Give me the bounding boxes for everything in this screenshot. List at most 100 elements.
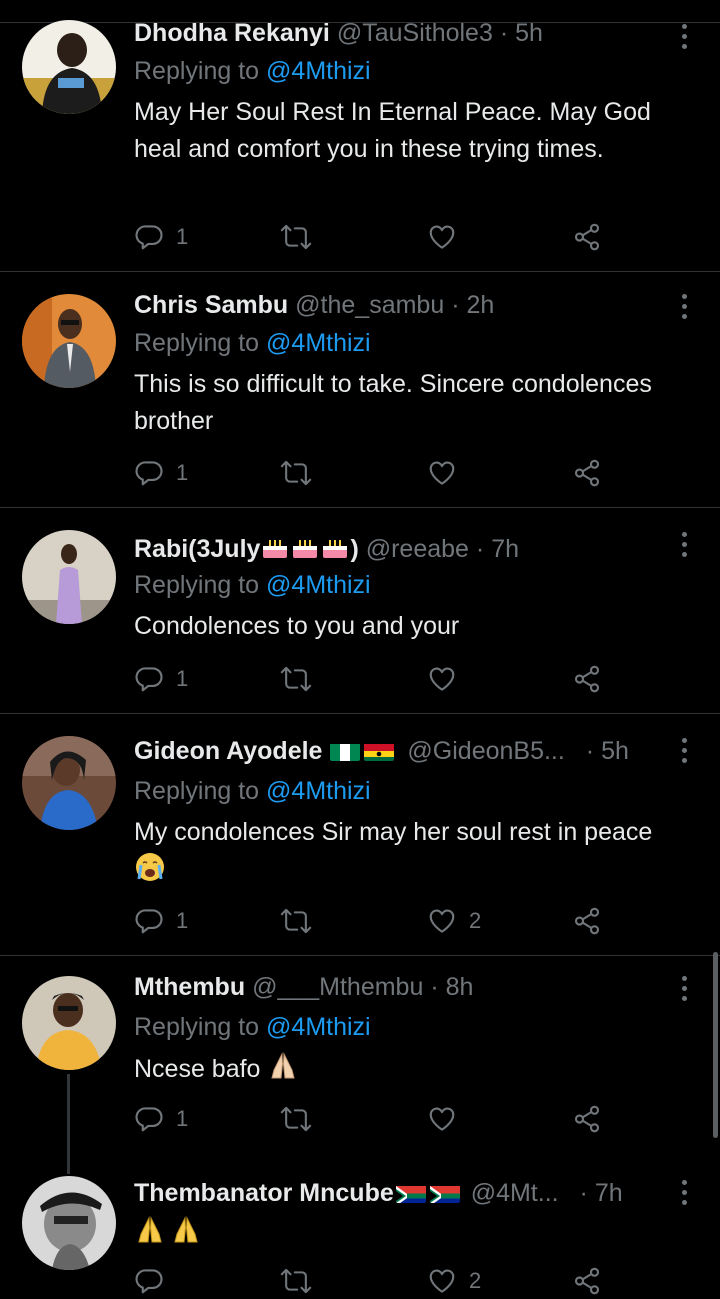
tweet[interactable]: Chris Sambu @the_sambu · 2h Replying to …: [0, 272, 720, 508]
like-button[interactable]: [427, 661, 469, 697]
tweet-actions: 1 2: [134, 903, 614, 939]
timestamp[interactable]: 5h: [601, 737, 629, 765]
tweet-header: Dhodha Rekanyi @TauSithole3 · 5h: [134, 18, 543, 48]
tweet-header: Mthembu @___Mthembu · 8h: [134, 972, 473, 1002]
tweet-actions: 1: [134, 1101, 614, 1137]
avatar[interactable]: [22, 976, 116, 1070]
more-icon[interactable]: [674, 22, 694, 52]
separator-dot: ·: [451, 291, 460, 319]
like-button[interactable]: [427, 455, 469, 491]
more-icon[interactable]: [674, 736, 694, 766]
user-handle[interactable]: @___Mthembu: [252, 973, 423, 1001]
user-handle[interactable]: @the_sambu: [295, 291, 444, 319]
share-button[interactable]: [572, 455, 602, 491]
like-count: 2: [469, 1268, 482, 1293]
birthday-cake-emoji: [260, 532, 350, 569]
tweet[interactable]: Mthembu @___Mthembu · 8h Replying to @4M…: [0, 956, 720, 1166]
retweet-button[interactable]: [280, 219, 312, 255]
tweet[interactable]: Thembanator Mncube @4Mt... · 7h 2: [0, 1166, 720, 1295]
reply-button[interactable]: 1: [134, 1101, 188, 1137]
retweet-icon: [280, 1106, 312, 1132]
reply-button[interactable]: 1: [134, 903, 188, 939]
separator-dot: ·: [585, 737, 595, 765]
replying-to: Replying to @4Mthizi: [134, 570, 371, 600]
like-icon: [429, 667, 455, 691]
timestamp[interactable]: 8h: [446, 973, 474, 1001]
replying-to-label: Replying to: [134, 571, 260, 599]
share-button[interactable]: [572, 903, 602, 939]
scrollbar[interactable]: [713, 952, 718, 1138]
mention-link[interactable]: @4Mthizi: [266, 329, 371, 357]
more-icon[interactable]: [674, 974, 694, 1004]
avatar[interactable]: [22, 294, 116, 388]
display-name[interactable]: Rabi(3July: [134, 535, 260, 563]
retweet-button[interactable]: [280, 455, 312, 491]
avatar[interactable]: [22, 20, 116, 114]
like-button[interactable]: 2: [427, 1263, 481, 1299]
tweet-text: May Her Soul Rest In Eternal Peace. May …: [134, 98, 651, 163]
timestamp[interactable]: 7h: [491, 535, 519, 563]
mention-link[interactable]: @4Mthizi: [266, 1013, 371, 1041]
user-handle[interactable]: @4Mt...: [471, 1179, 559, 1207]
timestamp[interactable]: 7h: [595, 1179, 623, 1207]
tweet-actions: 1: [134, 455, 614, 491]
like-icon: [429, 1107, 455, 1131]
timestamp[interactable]: 5h: [515, 19, 543, 47]
more-icon[interactable]: [674, 530, 694, 560]
more-icon[interactable]: [674, 292, 694, 322]
display-name[interactable]: Mthembu: [134, 973, 245, 1001]
user-handle[interactable]: @TauSithole3: [337, 19, 493, 47]
reply-button[interactable]: 1: [134, 219, 188, 255]
retweet-button[interactable]: [280, 661, 312, 697]
reply-icon: [135, 225, 163, 250]
crying-face-emoji: [134, 851, 166, 894]
tweet-header: Chris Sambu @the_sambu · 2h: [134, 290, 494, 320]
display-name[interactable]: Gideon Ayodele: [134, 737, 322, 765]
like-button[interactable]: [427, 1101, 469, 1137]
like-count: 2: [469, 908, 482, 933]
display-name[interactable]: Thembanator Mncube: [134, 1179, 394, 1207]
share-icon: [574, 1105, 600, 1133]
share-icon: [574, 665, 600, 693]
reply-button[interactable]: [134, 1263, 176, 1299]
reply-icon: [135, 909, 163, 934]
tweet-text: This is so difficult to take. Sincere co…: [134, 370, 652, 435]
avatar[interactable]: [22, 1176, 116, 1270]
tweet[interactable]: Gideon Ayodele @GideonB5... · 5h Replyin…: [0, 714, 720, 956]
tweet-header: Gideon Ayodele @GideonB5... · 5h: [134, 736, 629, 766]
share-button[interactable]: [572, 219, 602, 255]
user-handle[interactable]: @reeabe: [366, 535, 469, 563]
mention-link[interactable]: @4Mthizi: [266, 57, 371, 85]
share-button[interactable]: [572, 1101, 602, 1137]
separator-dot: ·: [579, 1179, 588, 1207]
avatar[interactable]: [22, 736, 116, 830]
tweet-text: My condolences Sir may her soul rest in …: [134, 814, 679, 894]
share-button[interactable]: [572, 1263, 602, 1299]
mention-link[interactable]: @4Mthizi: [266, 777, 371, 805]
retweet-button[interactable]: [280, 903, 312, 939]
mention-link[interactable]: @4Mthizi: [266, 571, 371, 599]
retweet-button[interactable]: [280, 1263, 312, 1299]
tweet[interactable]: Rabi(3July) @reeabe · 7h Replying to @4M…: [0, 508, 720, 714]
timestamp[interactable]: 2h: [466, 291, 494, 319]
user-handle[interactable]: @GideonB5...: [407, 737, 564, 765]
reply-button[interactable]: 1: [134, 661, 188, 697]
tweet-header: Thembanator Mncube @4Mt... · 7h: [134, 1178, 623, 1208]
like-button[interactable]: [427, 219, 469, 255]
display-name[interactable]: Dhodha Rekanyi: [134, 19, 330, 47]
replying-to: Replying to @4Mthizi: [134, 56, 371, 86]
avatar[interactable]: [22, 530, 116, 624]
more-icon[interactable]: [674, 1178, 694, 1208]
folded-hands-emoji: [267, 1050, 299, 1093]
replying-to-label: Replying to: [134, 777, 260, 805]
reply-count: 1: [176, 908, 189, 933]
tweet-text: Condolences to you and your: [134, 612, 460, 640]
share-button[interactable]: [572, 661, 602, 697]
like-button[interactable]: 2: [427, 903, 481, 939]
share-icon: [574, 459, 600, 487]
reply-count: 1: [176, 460, 189, 485]
retweet-button[interactable]: [280, 1101, 312, 1137]
display-name[interactable]: Chris Sambu: [134, 291, 288, 319]
reply-button[interactable]: 1: [134, 455, 188, 491]
tweet[interactable]: Dhodha Rekanyi @TauSithole3 · 5h Replyin…: [0, 0, 720, 272]
